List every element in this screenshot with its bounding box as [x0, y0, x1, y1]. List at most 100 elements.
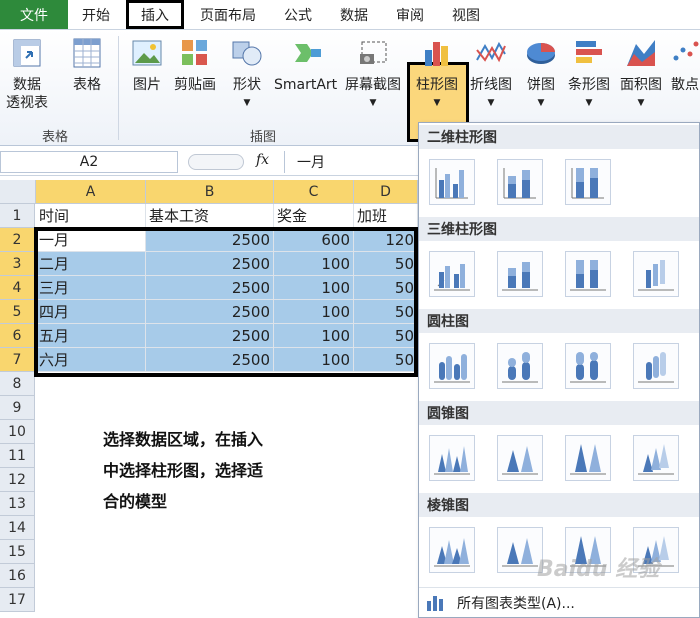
cell-a7[interactable]: 六月 — [36, 348, 146, 372]
tab-page-layout[interactable]: 页面布局 — [186, 0, 270, 29]
insert-function-icon[interactable]: fx — [256, 152, 269, 168]
chart-type-100-stacked-column[interactable] — [565, 159, 611, 205]
cell-d3[interactable]: 50 — [354, 252, 418, 276]
tab-review[interactable]: 审阅 — [382, 0, 438, 29]
section-cone: 圆锥图 — [419, 401, 699, 425]
pie-chart-button[interactable]: 饼图 ▼ — [524, 36, 558, 112]
chart-type-100-stacked-cone[interactable] — [565, 435, 611, 481]
column-chart-dropdown: 二维柱形图 三维柱形图 圆柱图 圆锥图 棱锥图 Baidu 经验 所有图表类型(… — [418, 122, 700, 618]
shapes-button[interactable]: 形状 ▼ — [230, 36, 264, 112]
cell-b2[interactable]: 2500 — [146, 228, 274, 252]
chart-type-3d-column[interactable] — [633, 251, 679, 297]
chart-type-stacked-cone[interactable] — [497, 435, 543, 481]
cell-d6[interactable]: 50 — [354, 324, 418, 348]
cell-a2[interactable]: 一月 — [36, 228, 146, 252]
tab-insert[interactable]: 插入 — [126, 0, 184, 29]
column-chart-dropdown-icon: ▼ — [433, 98, 441, 108]
name-box[interactable]: A2 — [0, 151, 178, 173]
area-chart-button[interactable]: 面积图 ▼ — [620, 36, 662, 112]
chart-type-stacked-column[interactable] — [497, 159, 543, 205]
row-header[interactable]: 13 — [0, 492, 35, 516]
chart-type-3d-cylinder[interactable] — [633, 343, 679, 389]
cell-b3[interactable]: 2500 — [146, 252, 274, 276]
cell-a1[interactable]: 时间 — [36, 204, 146, 228]
area-chart-dropdown-icon: ▼ — [637, 98, 645, 108]
formula-input[interactable]: 一月 — [284, 151, 434, 173]
tab-formulas[interactable]: 公式 — [270, 0, 326, 29]
area-chart-label: 面积图 — [620, 77, 662, 93]
cell-c6[interactable]: 100 — [274, 324, 354, 348]
screenshot-button[interactable]: 屏幕截图 ▼ — [345, 36, 401, 112]
row-header[interactable]: 11 — [0, 444, 35, 468]
all-chart-types-link[interactable]: 所有图表类型(A)... — [419, 587, 699, 617]
chart-type-clustered-column[interactable] — [429, 159, 475, 205]
chart-type-clustered-pyramid[interactable] — [429, 527, 475, 573]
row-header[interactable]: 8 — [0, 372, 35, 396]
cell-b4[interactable]: 2500 — [146, 276, 274, 300]
row-header[interactable]: 6 — [0, 324, 35, 348]
row-header[interactable]: 2 — [0, 228, 35, 252]
scatter-chart-button[interactable]: 散点 — [668, 36, 700, 94]
cell-c7[interactable]: 100 — [274, 348, 354, 372]
cell-c5[interactable]: 100 — [274, 300, 354, 324]
cell-b7[interactable]: 2500 — [146, 348, 274, 372]
clipart-button[interactable]: 剪贴画 — [174, 36, 216, 94]
column-header-a[interactable]: A — [36, 180, 146, 204]
bar-chart-button[interactable]: 条形图 ▼ — [568, 36, 610, 112]
cell-a3[interactable]: 二月 — [36, 252, 146, 276]
tab-view[interactable]: 视图 — [438, 0, 494, 29]
row-header[interactable]: 7 — [0, 348, 35, 372]
row-header[interactable]: 14 — [0, 516, 35, 540]
column-header-b[interactable]: B — [146, 180, 274, 204]
cell-c2[interactable]: 600 — [274, 228, 354, 252]
row-header[interactable]: 17 — [0, 588, 35, 612]
screenshot-dropdown-icon: ▼ — [369, 98, 377, 108]
tab-home[interactable]: 开始 — [68, 0, 124, 29]
table-label: 表格 — [73, 77, 101, 93]
picture-button[interactable]: 图片 — [130, 36, 164, 94]
row-header[interactable]: 4 — [0, 276, 35, 300]
cell-d2[interactable]: 120 — [354, 228, 418, 252]
row-header[interactable]: 3 — [0, 252, 35, 276]
cell-a5[interactable]: 四月 — [36, 300, 146, 324]
tab-data[interactable]: 数据 — [326, 0, 382, 29]
tab-file[interactable]: 文件 — [0, 0, 68, 29]
line-chart-button[interactable]: 折线图 ▼ — [470, 36, 512, 112]
row-header[interactable]: 10 — [0, 420, 35, 444]
row-header[interactable]: 15 — [0, 540, 35, 564]
cell-d7[interactable]: 50 — [354, 348, 418, 372]
row-header[interactable]: 9 — [0, 396, 35, 420]
chart-type-clustered-cylinder[interactable] — [429, 343, 475, 389]
cell-c1[interactable]: 奖金 — [274, 204, 354, 228]
chart-type-3d-100-stacked-column[interactable] — [565, 251, 611, 297]
pivot-table-button[interactable]: 数据 透视表 — [6, 36, 48, 112]
cell-b6[interactable]: 2500 — [146, 324, 274, 348]
cell-b1[interactable]: 基本工资 — [146, 204, 274, 228]
formula-bar-splitter[interactable] — [188, 154, 244, 170]
column-header-d[interactable]: D — [354, 180, 418, 204]
cell-c3[interactable]: 100 — [274, 252, 354, 276]
cell-a4[interactable]: 三月 — [36, 276, 146, 300]
smartart-button[interactable]: SmartArt — [274, 36, 337, 94]
column-chart-button[interactable]: 柱形图 ▼ — [416, 36, 458, 112]
row-header[interactable]: 12 — [0, 468, 35, 492]
row-header[interactable]: 1 — [0, 204, 35, 228]
chart-type-3d-cone[interactable] — [633, 435, 679, 481]
cell-b5[interactable]: 2500 — [146, 300, 274, 324]
column-header-c[interactable]: C — [274, 180, 354, 204]
cell-d5[interactable]: 50 — [354, 300, 418, 324]
row-header[interactable]: 5 — [0, 300, 35, 324]
cell-c4[interactable]: 100 — [274, 276, 354, 300]
chart-type-clustered-cone[interactable] — [429, 435, 475, 481]
chart-type-3d-stacked-column[interactable] — [497, 251, 543, 297]
cell-d4[interactable]: 50 — [354, 276, 418, 300]
stacked-cylinder-icon — [502, 352, 538, 383]
select-all-corner[interactable] — [0, 180, 36, 204]
table-button[interactable]: 表格 — [70, 36, 104, 94]
chart-type-stacked-cylinder[interactable] — [497, 343, 543, 389]
row-header[interactable]: 16 — [0, 564, 35, 588]
chart-type-3d-clustered-column[interactable] — [429, 251, 475, 297]
cell-d1[interactable]: 加班 — [354, 204, 418, 228]
cell-a6[interactable]: 五月 — [36, 324, 146, 348]
chart-type-100-stacked-cylinder[interactable] — [565, 343, 611, 389]
